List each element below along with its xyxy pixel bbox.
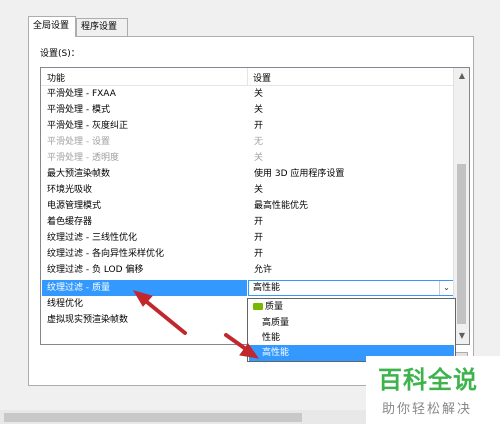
- table-row[interactable]: 平滑处理 - 模式 关: [41, 102, 453, 118]
- row-value: 关: [254, 105, 264, 115]
- row-feature: 平滑处理 - 灰度纠正: [47, 121, 128, 131]
- column-separator[interactable]: [247, 68, 248, 86]
- row-feature: 纹理过滤 - 三线性优化: [47, 233, 137, 243]
- row-feature: 虚拟现实预渲染帧数: [47, 315, 129, 325]
- triangle-down-icon[interactable]: ▼: [454, 328, 469, 344]
- row-value: 关: [254, 185, 264, 195]
- column-header-feature[interactable]: 功能: [47, 71, 65, 84]
- row-value: 开: [254, 121, 264, 131]
- table-row[interactable]: 纹理过滤 - 三线性优化 开: [41, 230, 453, 246]
- row-feature: 线程优化: [47, 299, 84, 309]
- table-row[interactable]: 纹理过滤 - 负 LOD 偏移 允许: [41, 262, 453, 278]
- table-row: 平滑处理 - 设置 无: [41, 134, 453, 150]
- table-row[interactable]: 环境光吸收 关: [41, 182, 453, 198]
- watermark-subtitle: 助你轻松解决: [382, 402, 473, 417]
- table-row[interactable]: 纹理过滤 - 各向异性采样优化 开: [41, 246, 453, 262]
- row-feature: 着色缓存器: [47, 217, 93, 227]
- row-value: 开: [254, 217, 264, 227]
- settings-label: 设置(S)：: [40, 49, 80, 59]
- table-row: 平滑处理 - 透明度 关: [41, 150, 453, 166]
- combobox-value: 高性能: [253, 283, 281, 293]
- watermark-title: 百科全说: [378, 366, 478, 394]
- table-row[interactable]: 着色缓存器 开: [41, 214, 453, 230]
- row-value: 最高性能优先: [254, 201, 309, 211]
- chevron-down-icon[interactable]: ⌄: [439, 281, 453, 295]
- dropdown-option-high-quality[interactable]: 高质量: [249, 315, 454, 331]
- row-value: 开: [254, 249, 264, 259]
- table-row[interactable]: 最大预渲染帧数 使用 3D 应用程序设置: [41, 166, 453, 182]
- option-label: 高性能: [262, 348, 290, 358]
- row-value: 关: [254, 89, 264, 99]
- row-value: 无: [254, 137, 264, 147]
- row-feature: 纹理过滤 - 负 LOD 偏移: [47, 265, 144, 275]
- triangle-up-icon[interactable]: ▲: [454, 68, 469, 84]
- row-feature: 电源管理模式: [47, 201, 102, 211]
- nvidia-badge-icon: [253, 303, 263, 310]
- dropdown-header-label: 质量: [265, 302, 284, 312]
- row-feature: 最大预渲染帧数: [47, 169, 111, 179]
- row-value: 使用 3D 应用程序设置: [254, 169, 345, 179]
- tab-program-settings[interactable]: 程序设置: [76, 18, 128, 36]
- table-row[interactable]: 电源管理模式 最高性能优先: [41, 198, 453, 214]
- tab-global-settings[interactable]: 全局设置: [28, 16, 76, 37]
- table-row[interactable]: 平滑处理 - FXAA 关: [41, 86, 453, 102]
- list-header: 功能 设置: [41, 68, 453, 86]
- option-label: 高质量: [262, 318, 290, 328]
- table-row-selected[interactable]: 纹理过滤 - 质量 高性能 ⌄: [41, 280, 454, 296]
- scrollbar-thumb[interactable]: [4, 413, 302, 422]
- texture-quality-combobox[interactable]: 高性能 ⌄: [248, 280, 454, 296]
- row-value: 允许: [254, 265, 273, 275]
- row-feature: 平滑处理 - 透明度: [47, 153, 119, 163]
- column-header-setting[interactable]: 设置: [253, 71, 271, 84]
- row-value: 关: [254, 153, 264, 163]
- row-feature: 纹理过滤 - 质量: [47, 283, 110, 293]
- row-feature: 平滑处理 - FXAA: [47, 89, 116, 99]
- quality-dropdown-list[interactable]: 质量 高质量 性能 高性能: [247, 298, 456, 362]
- row-feature: 环境光吸收: [47, 185, 93, 195]
- dropdown-option-performance[interactable]: 性能: [249, 330, 454, 346]
- row-feature: 平滑处理 - 设置: [47, 137, 110, 147]
- watermark: 百科全说 助你轻松解决: [366, 356, 500, 424]
- row-value: 开: [254, 233, 264, 243]
- scrollbar-thumb[interactable]: [457, 164, 466, 324]
- table-row[interactable]: 平滑处理 - 灰度纠正 开: [41, 118, 453, 134]
- row-feature: 平滑处理 - 模式: [47, 105, 110, 115]
- row-feature: 纹理过滤 - 各向异性采样优化: [47, 249, 164, 259]
- dropdown-header: 质量: [249, 299, 454, 315]
- option-label: 性能: [262, 333, 281, 343]
